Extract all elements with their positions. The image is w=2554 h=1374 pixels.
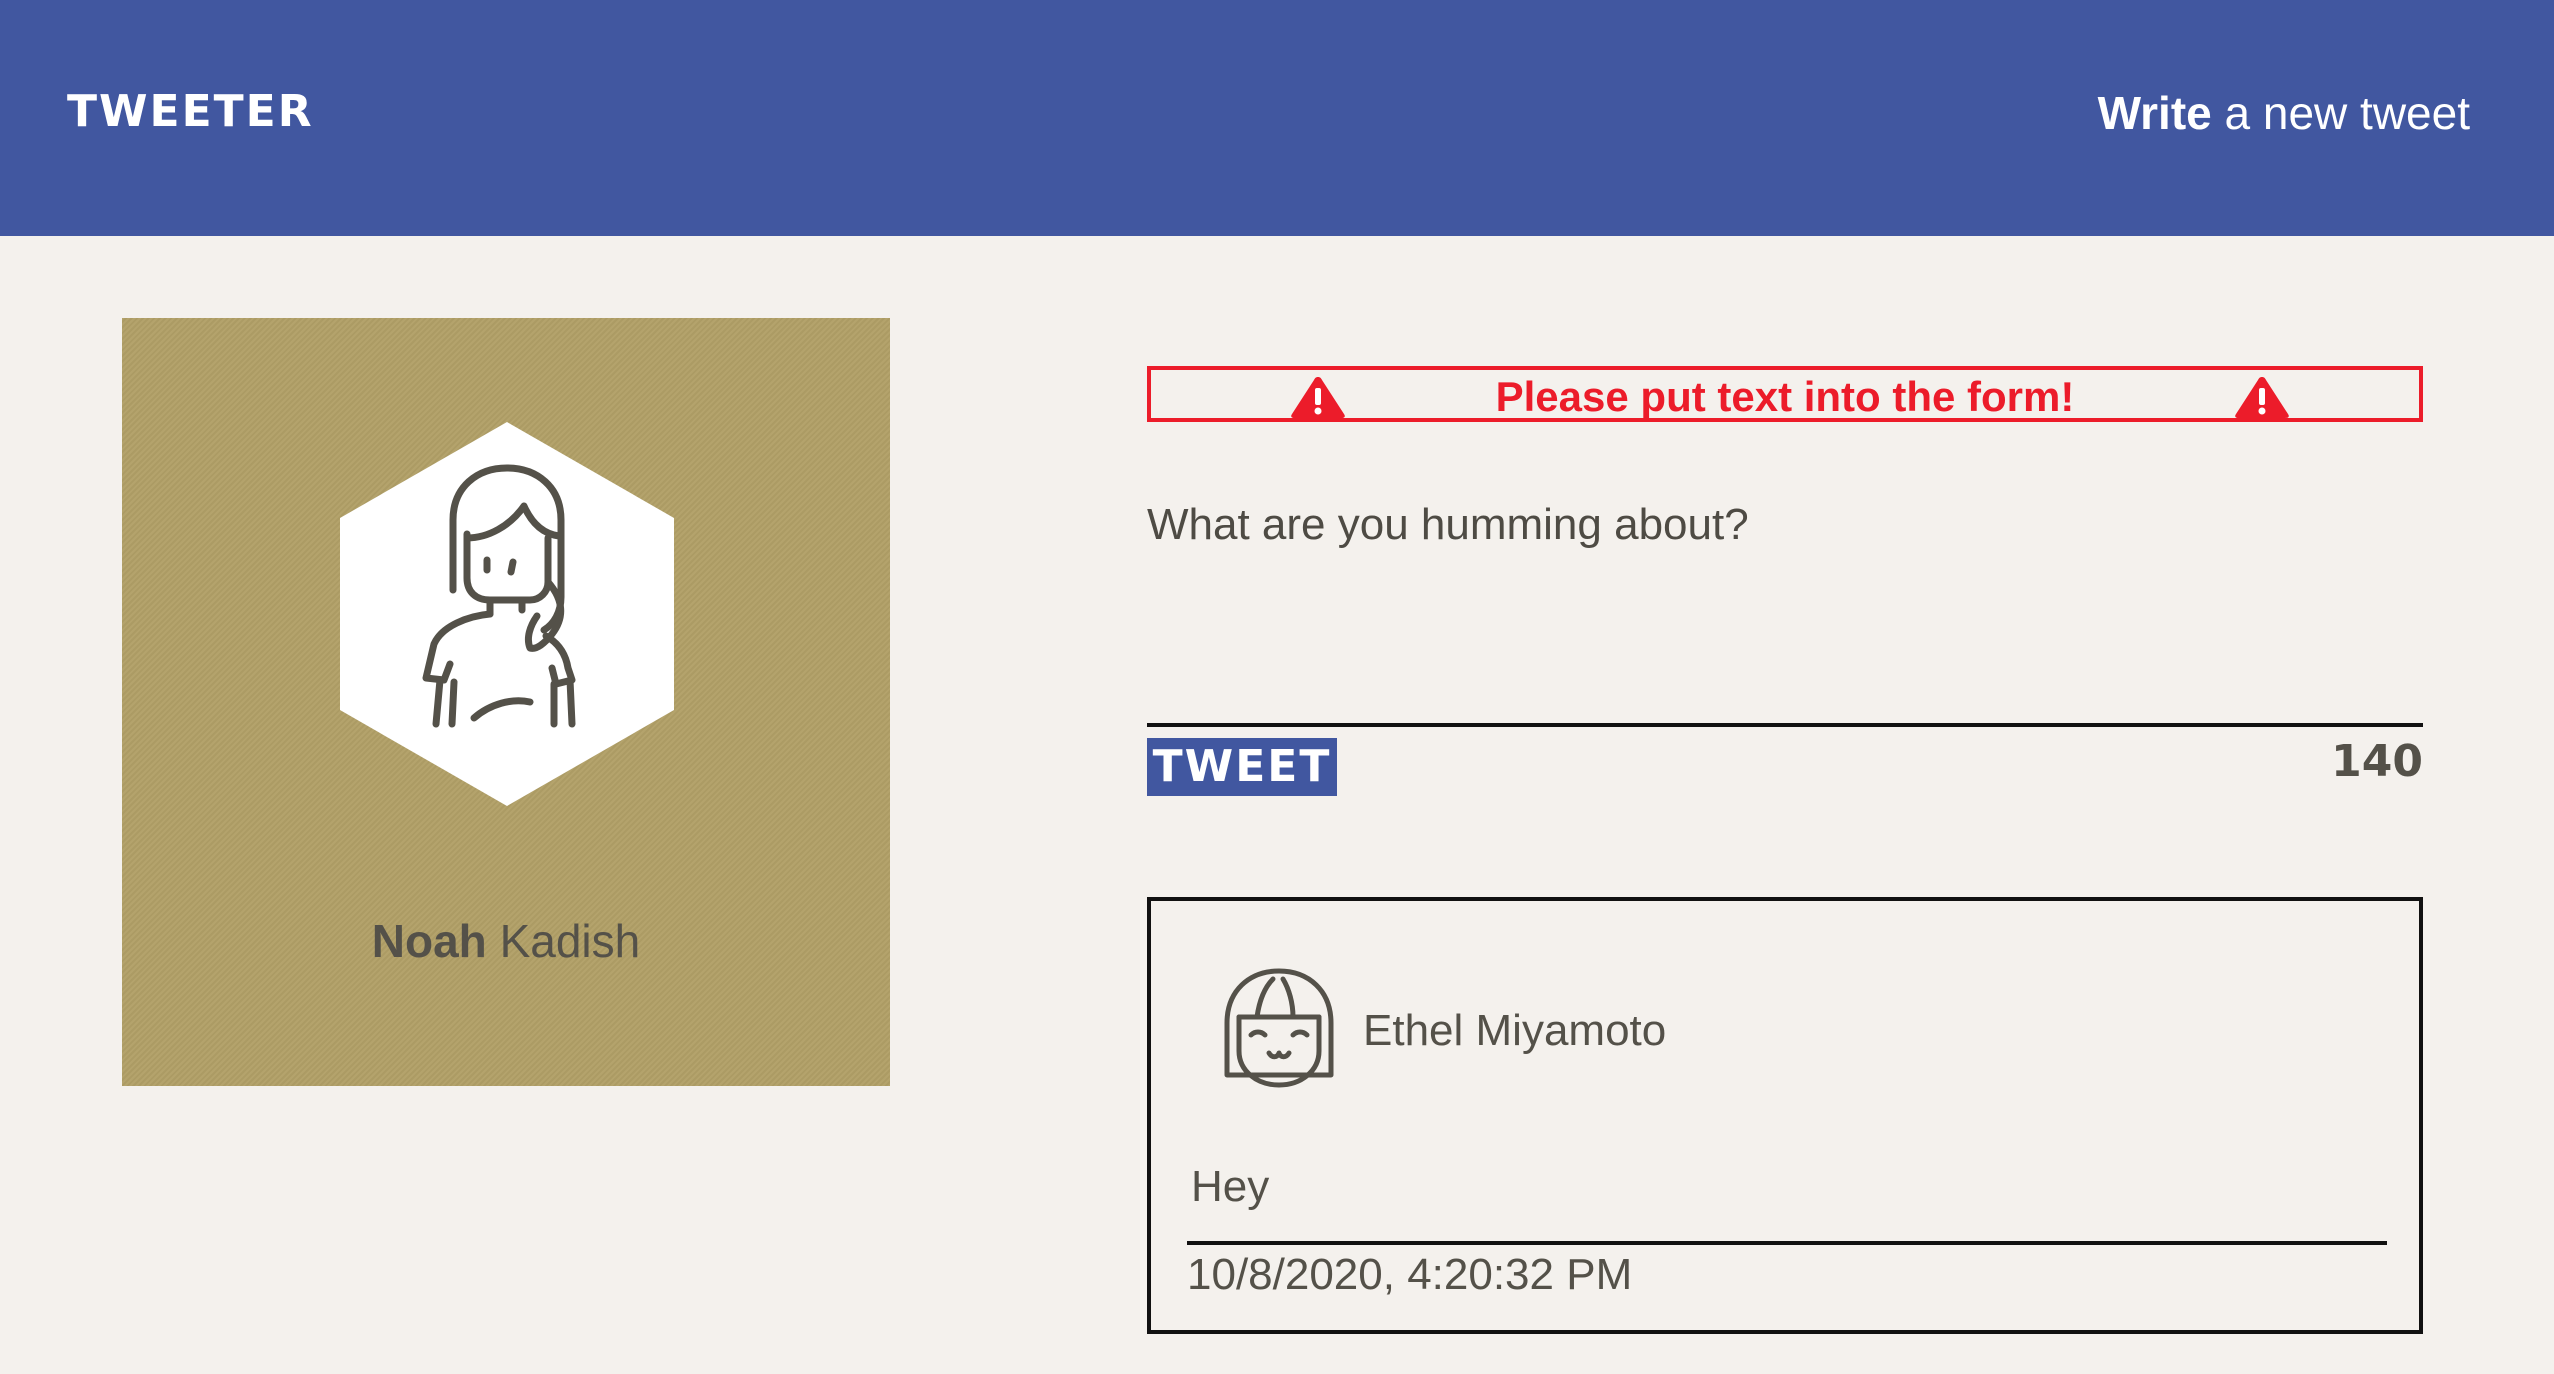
profile-name: Noah Kadish <box>122 918 890 964</box>
tweet-submit-button[interactable]: TWEET <box>1147 738 1337 796</box>
tweet-timestamp: 10/8/2020, 4:20:32 PM <box>1187 1250 1633 1299</box>
profile-first-name: Noah <box>371 915 487 967</box>
woman-avatar-icon <box>340 422 674 806</box>
compose-link-rest: a new tweet <box>2211 87 2471 139</box>
profile-card: Noah Kadish <box>122 318 890 1086</box>
error-banner: Please put text into the form! <box>1147 366 2423 422</box>
compose-link-bold: Write <box>2097 87 2212 139</box>
warning-triangle-icon <box>2235 377 2289 418</box>
tweet-divider <box>1187 1241 2387 1245</box>
tweet-card: Ethel Miyamoto Hey 10/8/2020, 4:20:32 PM <box>1147 897 2423 1334</box>
top-nav: TWEETER Write a new tweet <box>0 0 2554 236</box>
brand-logo[interactable]: TWEETER <box>67 90 314 134</box>
tweet-textarea[interactable] <box>1147 500 2423 720</box>
write-new-tweet-link[interactable]: Write a new tweet <box>2098 90 2470 136</box>
char-counter: 140 <box>2331 736 2423 787</box>
girl-avatar-icon <box>1224 968 1334 1088</box>
error-message: Please put text into the form! <box>1495 373 2075 420</box>
tweet-author-name[interactable]: Ethel Miyamoto <box>1363 1009 1666 1053</box>
profile-last-name: Kadish <box>499 915 641 967</box>
input-divider <box>1147 723 2423 727</box>
tweet-text: Hey <box>1191 1162 1270 1211</box>
